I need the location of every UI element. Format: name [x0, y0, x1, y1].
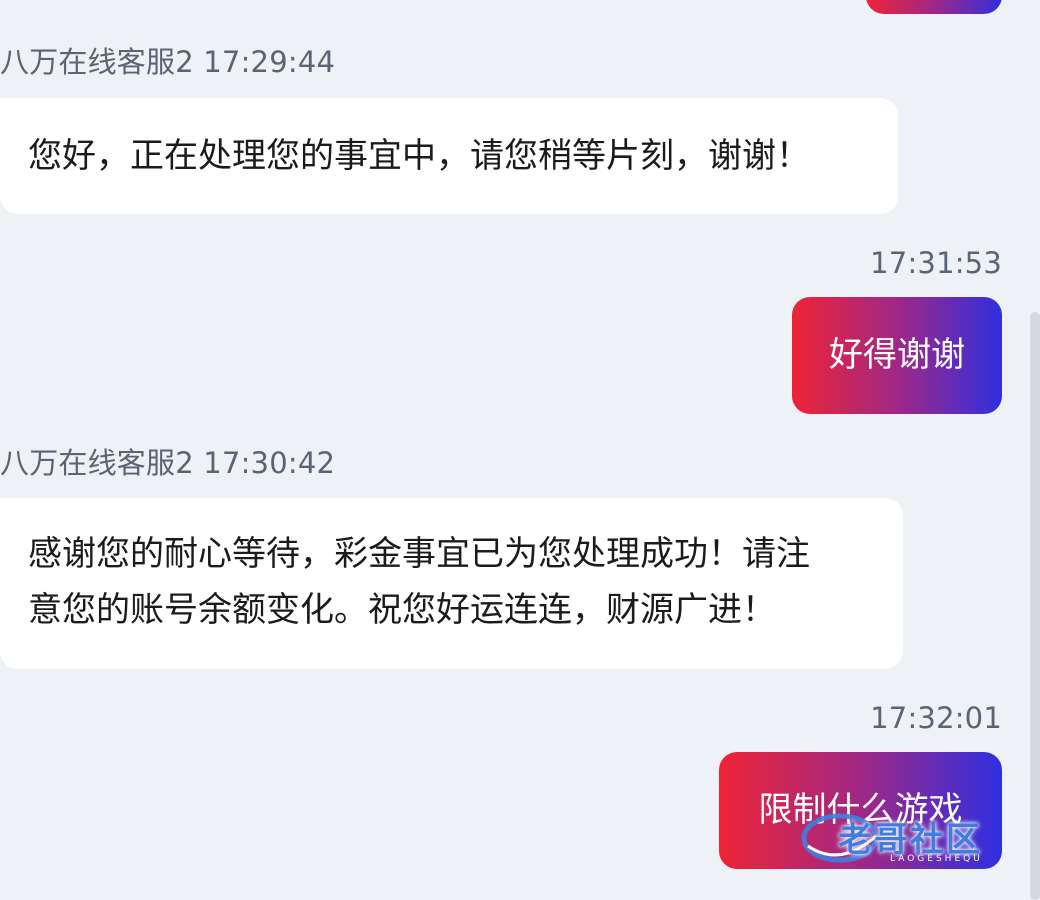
message-text: 好得谢谢 [829, 335, 965, 375]
watermark-logo: 老哥社区 LAOGESHEQU [800, 806, 1028, 868]
watermark-subtitle: LAOGESHEQU [890, 854, 983, 864]
chat-scrollbar[interactable] [1030, 312, 1040, 900]
agent-message-meta: 八万在线客服2 17:29:44 [0, 45, 336, 79]
user-message-time: 17:31:53 [870, 246, 1002, 280]
chat-message-list[interactable]: 八万在线客服2 17:29:44 您好，正在处理您的事宜中，请您稍等片刻，谢谢！… [0, 0, 1040, 900]
message-text-line: 意您的账号余额变化。祝您好运连连，财源广进！ [28, 590, 776, 630]
agent-message-bubble: 感谢您的耐心等待，彩金事宜已为您处理成功！请注 意您的账号余额变化。祝您好运连连… [0, 498, 903, 669]
agent-message-meta: 八万在线客服2 17:30:42 [0, 446, 336, 480]
user-message-bubble-partial [866, 0, 1002, 14]
user-message-time: 17:32:01 [870, 701, 1002, 735]
message-text-line: 感谢您的耐心等待，彩金事宜已为您处理成功！请注 [28, 534, 810, 574]
user-message-bubble: 好得谢谢 [792, 297, 1002, 414]
message-text-line: 您好，正在处理您的事宜中，请您稍等片刻，谢谢！ [28, 136, 810, 176]
agent-message-bubble: 您好，正在处理您的事宜中，请您稍等片刻，谢谢！ [0, 98, 898, 214]
